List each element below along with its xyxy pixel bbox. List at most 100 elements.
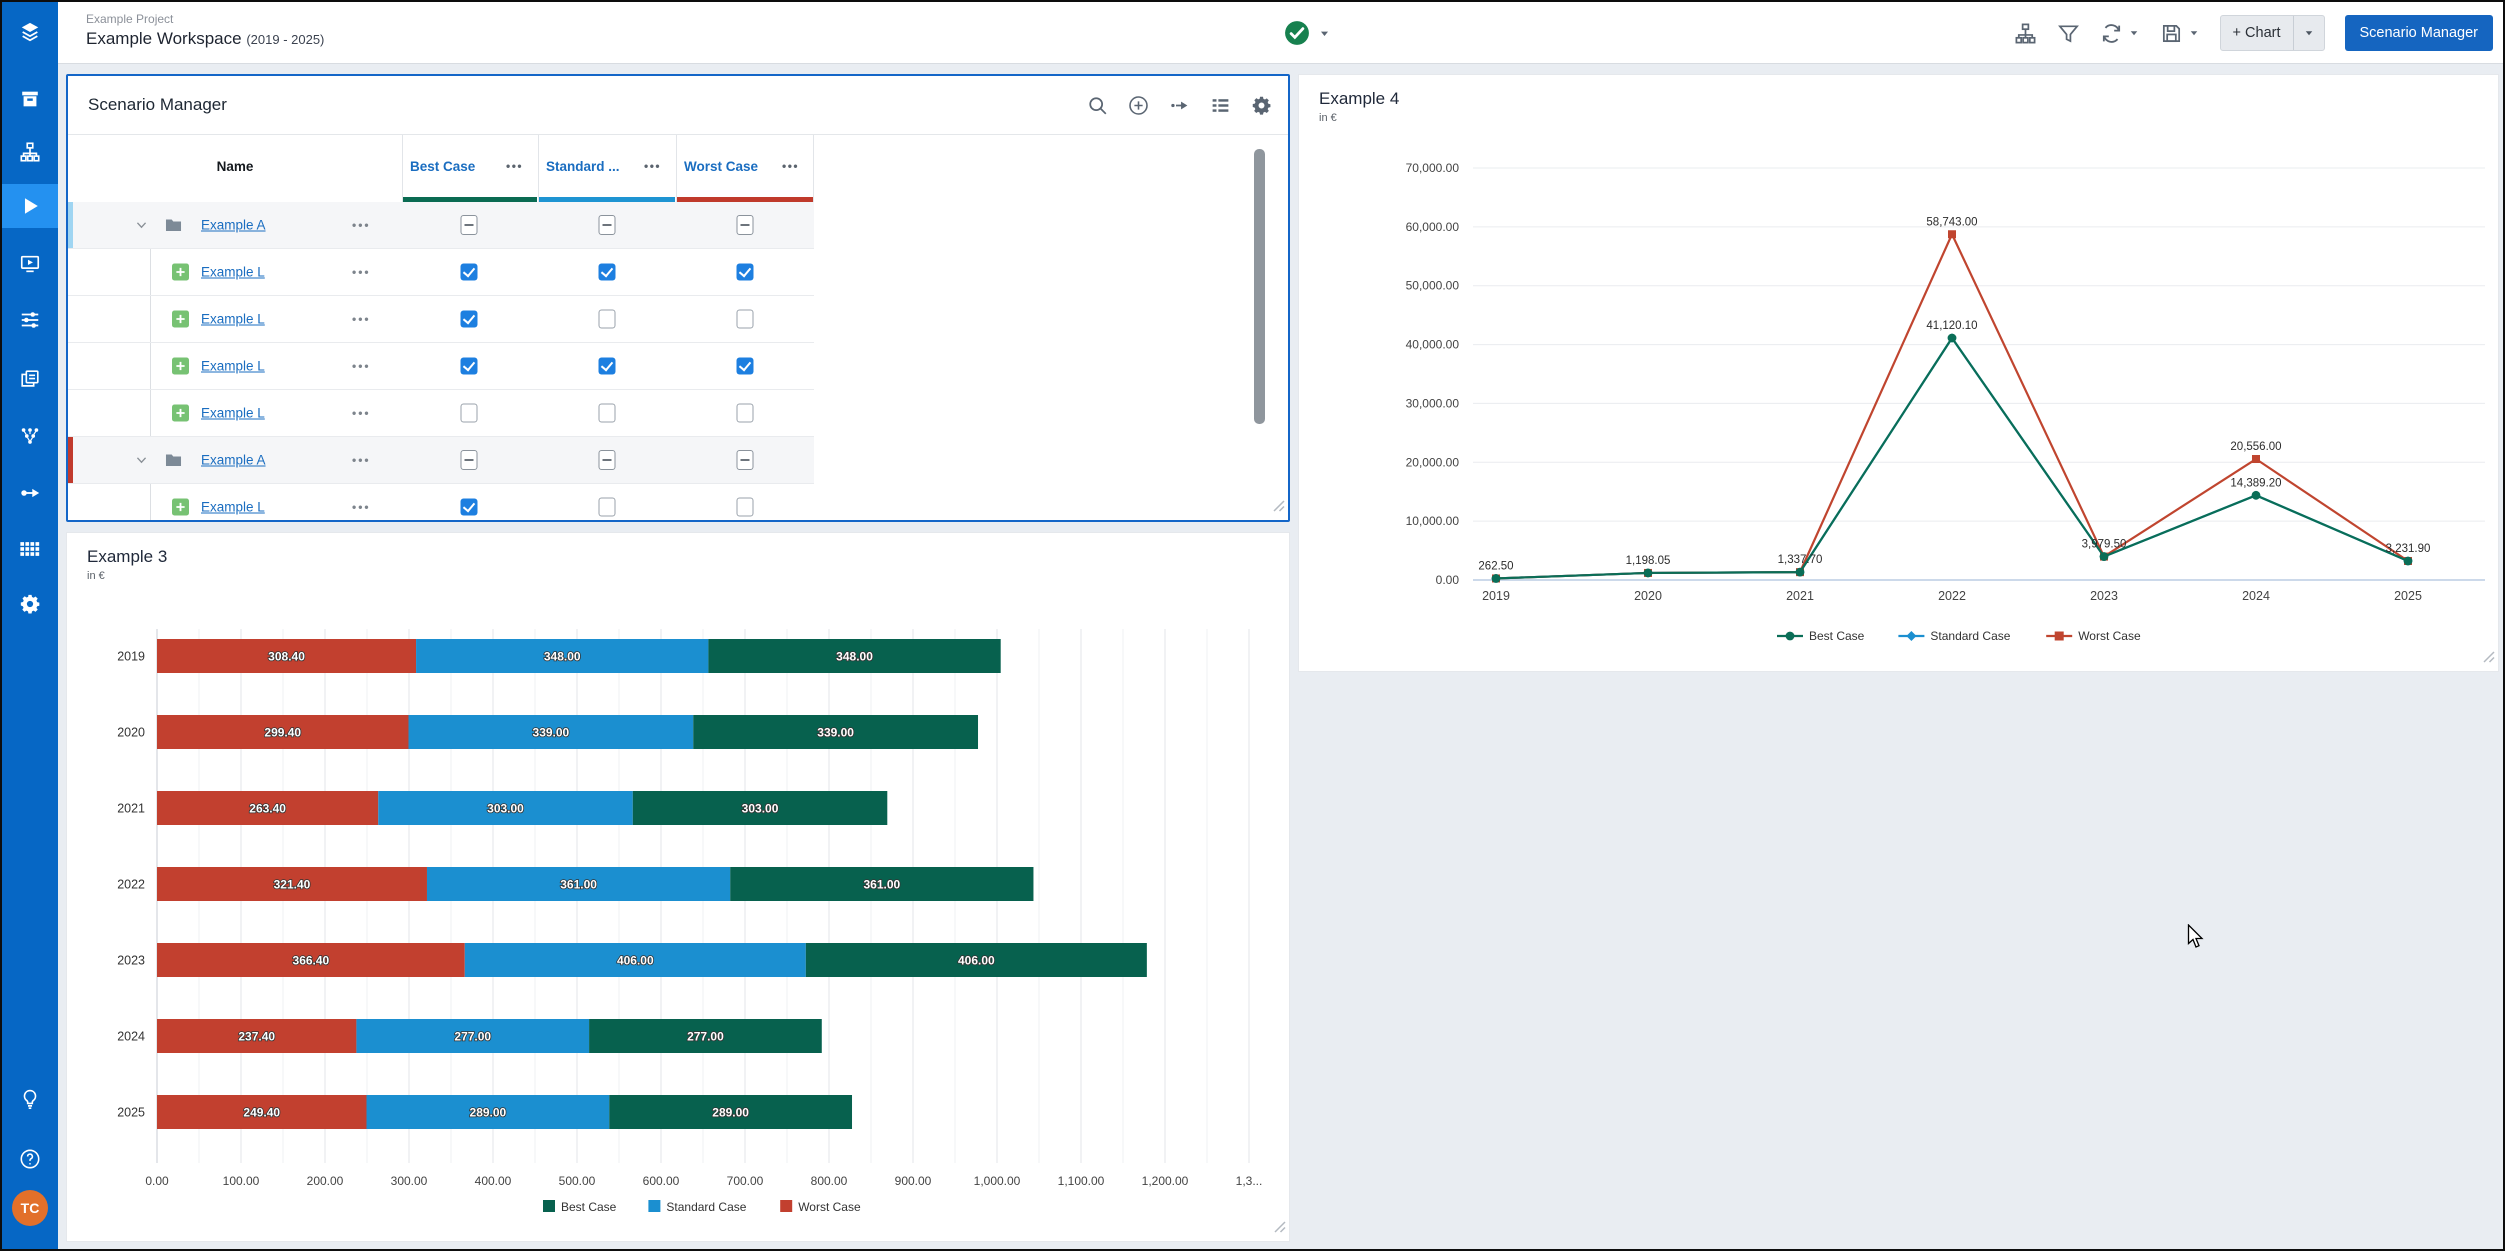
scenario-checkbox-indeterminate[interactable]	[737, 215, 754, 235]
row-menu-button[interactable]: •••	[352, 453, 371, 467]
row-name-link[interactable]: Example L	[201, 500, 265, 515]
scenario-checkbox-checked[interactable]	[461, 358, 478, 375]
row-name-link[interactable]: Example L	[201, 312, 265, 327]
scenario-checkbox-unchecked[interactable]	[599, 310, 616, 329]
svg-text:400.00: 400.00	[475, 1174, 512, 1188]
sidebar-item-layers[interactable]	[2, 10, 58, 54]
add-chart-button[interactable]: + Chart	[2220, 15, 2325, 51]
scenario-checkbox-checked[interactable]	[599, 358, 616, 375]
row-menu-button[interactable]: •••	[352, 500, 371, 514]
refresh-button[interactable]	[2100, 22, 2140, 45]
scenario-checkbox-checked[interactable]	[461, 499, 478, 516]
row-name-link[interactable]: Example L	[201, 359, 265, 374]
sidebar-item-network[interactable]	[2, 414, 58, 458]
add-chart-label[interactable]: + Chart	[2221, 25, 2293, 41]
scenario-checkbox-checked[interactable]	[461, 264, 478, 281]
scenario-checkbox-indeterminate[interactable]	[599, 450, 616, 470]
column-menu-button[interactable]: •••	[644, 159, 661, 173]
plus-square-icon[interactable]	[172, 405, 189, 422]
list-details-button[interactable]	[1210, 95, 1231, 116]
column-header-scenario[interactable]: Best Case	[410, 159, 475, 174]
scenario-checkbox-indeterminate[interactable]	[737, 450, 754, 470]
scenario-checkbox-unchecked[interactable]	[737, 498, 754, 517]
row-menu-button[interactable]: •••	[352, 265, 371, 279]
sitemap-button[interactable]	[2014, 22, 2037, 45]
sidebar-item-play[interactable]	[2, 184, 58, 228]
row-name-link[interactable]: Example L	[201, 265, 265, 280]
scenario-checkbox-indeterminate[interactable]	[461, 450, 478, 470]
legend-item[interactable]: Worst Case	[780, 1200, 861, 1214]
plus-circle-icon	[1128, 95, 1149, 116]
legend-item[interactable]: Worst Case	[2046, 629, 2141, 643]
sidebar-item-gear[interactable]	[2, 582, 58, 626]
flow-arrow-icon	[19, 482, 41, 504]
vertical-scrollbar[interactable]	[1254, 149, 1265, 424]
sidebar-item-grid[interactable]	[2, 527, 58, 571]
plus-square-icon[interactable]	[172, 358, 189, 375]
legend-item[interactable]: Best Case	[543, 1200, 617, 1214]
scenario-checkbox-unchecked[interactable]	[737, 310, 754, 329]
scenario-manager-actions	[1087, 76, 1272, 135]
legend-item[interactable]: Standard Case	[648, 1200, 746, 1214]
caret-down-icon[interactable]	[1318, 27, 1331, 40]
row-menu-button[interactable]: •••	[352, 312, 371, 326]
column-menu-button[interactable]: •••	[782, 159, 799, 173]
indent-guide	[150, 484, 151, 520]
caret-down-icon[interactable]	[2128, 27, 2140, 39]
caret-down-icon[interactable]	[2188, 27, 2200, 39]
sidebar: TC	[2, 2, 58, 1249]
legend-item[interactable]: Best Case	[1777, 629, 1865, 643]
plus-square-icon[interactable]	[172, 311, 189, 328]
gear-button[interactable]	[1251, 95, 1272, 116]
table-row-group: Example A •••	[68, 202, 814, 249]
workspace-status[interactable]	[1284, 2, 1331, 64]
legend-item[interactable]: Standard Case	[1898, 629, 2010, 643]
line-chart-panel: Example 4 in € 0.0010,000.0020,000.0030,…	[1298, 74, 2499, 672]
search-button[interactable]	[1087, 95, 1108, 116]
sidebar-item-flow-arrow[interactable]	[2, 471, 58, 515]
sidebar-item-sitemap[interactable]	[2, 130, 58, 174]
sidebar-item-sliders[interactable]	[2, 298, 58, 342]
header-toolbar: + Chart Scenario Manager	[2014, 2, 2493, 64]
scenario-checkbox-indeterminate[interactable]	[599, 215, 616, 235]
scenario-checkbox-unchecked[interactable]	[737, 404, 754, 423]
scenario-checkbox-checked[interactable]	[737, 358, 754, 375]
column-menu-button[interactable]: •••	[506, 159, 523, 173]
caret-down-icon[interactable]	[2294, 27, 2324, 39]
chevron-down-icon[interactable]	[134, 453, 149, 468]
scenario-checkbox-unchecked[interactable]	[599, 498, 616, 517]
resize-grip-icon[interactable]	[2483, 650, 2495, 668]
plus-square-icon[interactable]	[172, 264, 189, 281]
row-menu-button[interactable]: •••	[352, 406, 371, 420]
row-menu-button[interactable]: •••	[352, 359, 371, 373]
column-header-scenario[interactable]: Worst Case	[684, 159, 758, 174]
plus-circle-button[interactable]	[1128, 95, 1149, 116]
scenario-checkbox-checked[interactable]	[461, 311, 478, 328]
row-name-link[interactable]: Example A	[201, 453, 266, 468]
sidebar-item-lightbulb[interactable]	[2, 1077, 58, 1121]
filter-button[interactable]	[2057, 22, 2080, 45]
plus-square-icon[interactable]	[172, 499, 189, 516]
row-name-link[interactable]: Example A	[201, 218, 266, 233]
scenario-checkbox-unchecked[interactable]	[599, 404, 616, 423]
scenario-checkbox-checked[interactable]	[737, 264, 754, 281]
scenario-checkbox-unchecked[interactable]	[461, 404, 478, 423]
arrow-right-button[interactable]	[1169, 95, 1190, 116]
resize-grip-icon[interactable]	[1273, 499, 1285, 517]
sidebar-item-archive[interactable]	[2, 77, 58, 121]
sidebar-item-monitor-play[interactable]	[2, 242, 58, 286]
row-menu-button[interactable]: •••	[352, 218, 371, 232]
sidebar-item-copy[interactable]	[2, 357, 58, 401]
scenario-checkbox-indeterminate[interactable]	[461, 215, 478, 235]
scenario-manager-button[interactable]: Scenario Manager	[2345, 15, 2494, 51]
row-name-link[interactable]: Example L	[201, 406, 265, 421]
chevron-down-icon[interactable]	[134, 218, 149, 233]
svg-text:30,000.00: 30,000.00	[1406, 396, 1460, 410]
user-avatar[interactable]: TC	[12, 1190, 48, 1226]
column-header-name[interactable]: Name	[68, 135, 402, 197]
resize-grip-icon[interactable]	[1274, 1220, 1286, 1238]
sidebar-item-question[interactable]	[2, 1137, 58, 1181]
scenario-checkbox-checked[interactable]	[599, 264, 616, 281]
column-header-scenario[interactable]: Standard ...	[546, 159, 620, 174]
save-button[interactable]	[2160, 22, 2200, 45]
